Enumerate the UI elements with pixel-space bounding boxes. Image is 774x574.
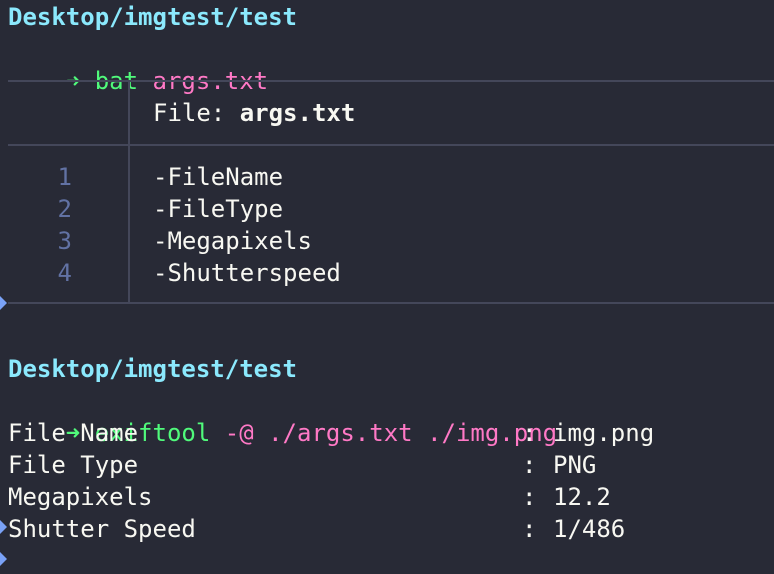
line-number: 2 (57, 195, 72, 223)
command-argument: ./img.png (427, 419, 558, 447)
line-number: 1 (57, 163, 72, 191)
bat-body-gutter-rule (128, 146, 130, 302)
prompt-marker-icon (0, 520, 7, 534)
command-line: ➜ bat args.txt (8, 33, 268, 95)
terminal-window[interactable]: Desktop/imgtest/test ➜ bat args.txt File… (0, 0, 774, 574)
bat-header-rule (8, 144, 774, 146)
file-line: -FileType (153, 195, 284, 223)
exif-separator: : (522, 483, 537, 511)
bat-header-gutter-rule (128, 82, 130, 146)
exif-value: 1/486 (553, 515, 626, 543)
prompt-path: Desktop/imgtest/test (8, 355, 297, 383)
file-label: File: (153, 99, 240, 127)
bat-bottom-rule (8, 302, 774, 304)
bat-top-rule (8, 80, 774, 82)
command-flag: -@ (224, 419, 254, 447)
line-number: 3 (57, 227, 72, 255)
exif-label: File Name (8, 419, 139, 447)
exif-label: Megapixels (8, 483, 153, 511)
prompt-path: Desktop/imgtest/test (8, 3, 297, 31)
exif-value: img.png (553, 419, 655, 447)
exif-separator: : (522, 515, 537, 543)
prompt-marker-icon (0, 296, 7, 310)
command-argument: ./args.txt (268, 419, 413, 447)
exif-separator: : (522, 419, 537, 447)
prompt-marker-icon (0, 552, 7, 566)
command-line: ➜ exiftool -@ ./args.txt ./img.png (8, 385, 557, 447)
file-line: -Megapixels (153, 227, 312, 255)
file-line: -FileName (153, 163, 284, 191)
exif-value: 12.2 (553, 483, 611, 511)
exif-label: Shutter Speed (8, 515, 196, 543)
line-number: 4 (57, 259, 72, 287)
file-line: -Shutterspeed (153, 259, 341, 287)
exif-value: PNG (553, 451, 597, 479)
exif-separator: : (522, 451, 537, 479)
file-name: args.txt (239, 99, 356, 127)
bat-file-header: File: args.txt (153, 97, 355, 129)
exif-label: File Type (8, 451, 139, 479)
